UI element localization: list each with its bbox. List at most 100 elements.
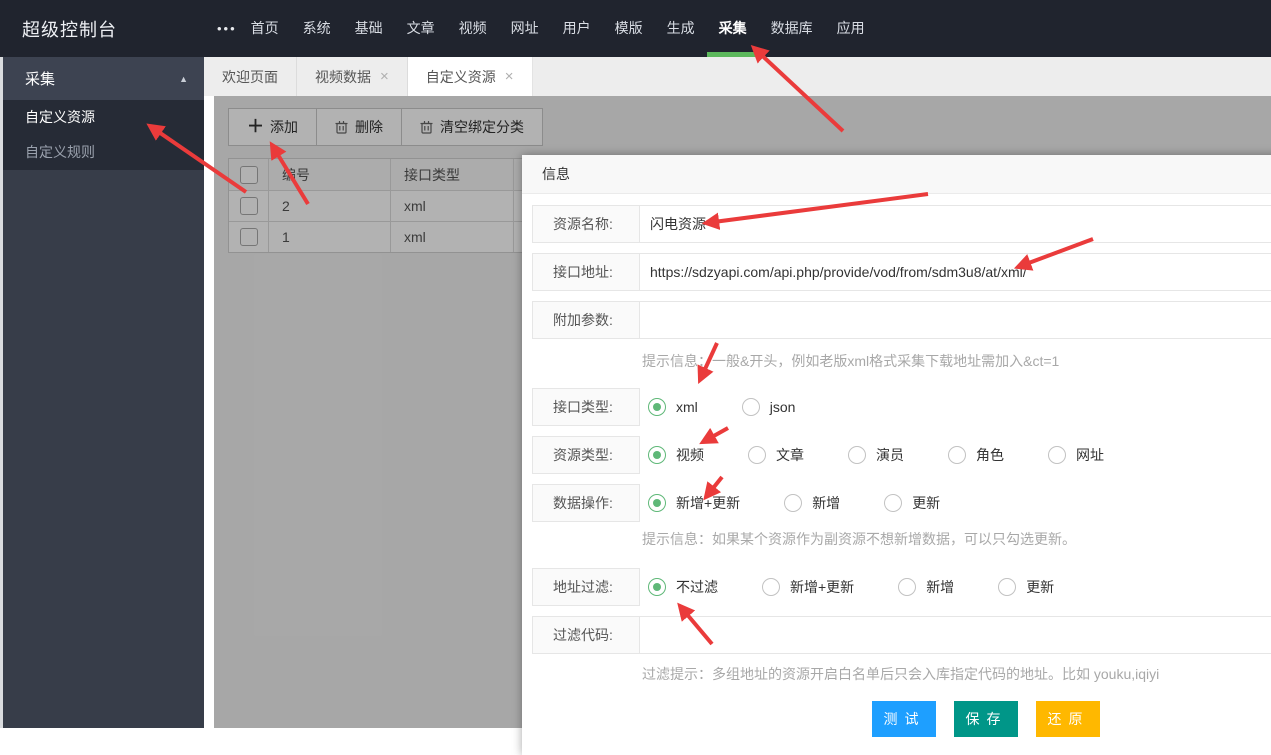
- resource-type-label: 资源类型:: [532, 436, 640, 474]
- sidebar-item-custom-rule[interactable]: 自定义规则: [0, 135, 204, 170]
- more-icon[interactable]: •••: [217, 21, 237, 36]
- form-row-resource-type: 资源类型: 视频 文章 演员 角色: [532, 436, 1271, 474]
- tab-video-data-label: 视频数据: [315, 67, 371, 87]
- api-url-input[interactable]: [639, 253, 1271, 291]
- radio-label: 文章: [776, 445, 804, 465]
- chevron-up-icon: ▲: [179, 74, 188, 84]
- radio-label: 网址: [1076, 445, 1104, 465]
- interface-type-label: 接口类型:: [532, 388, 640, 426]
- sidebar: 采集 ▲ 自定义资源 自定义规则: [0, 57, 204, 728]
- radio-icon: [648, 578, 666, 596]
- radio-option-filter-add[interactable]: 新增: [898, 577, 954, 597]
- resource-name-input[interactable]: [639, 205, 1271, 243]
- resource-name-label: 资源名称:: [532, 205, 640, 243]
- nav-item-template[interactable]: 模版: [603, 0, 655, 57]
- radio-icon: [898, 578, 916, 596]
- top-bar: 超级控制台 ••• 首页 系统 基础 文章 视频 网址 用户 模版 生成 采集 …: [0, 0, 1271, 57]
- radio-option-filter-add-update[interactable]: 新增+更新: [762, 577, 854, 597]
- form-row-filter-code: 过滤代码:: [532, 616, 1271, 654]
- dialog-title: 信息: [522, 155, 1271, 194]
- nav-item-database[interactable]: 数据库: [759, 0, 825, 57]
- radio-option-update[interactable]: 更新: [884, 493, 940, 513]
- sidebar-group-collect[interactable]: 采集 ▲: [0, 57, 204, 100]
- test-button[interactable]: 测试: [872, 701, 936, 737]
- params-hint: 提示信息：一般&开头，例如老版xml格式采集下载地址需加入&ct=1: [642, 351, 1271, 371]
- nav-item-app[interactable]: 应用: [825, 0, 877, 57]
- form-row-resource-name: 资源名称:: [532, 205, 1271, 243]
- radio-label: 更新: [1026, 577, 1054, 597]
- radio-option-website[interactable]: 网址: [1048, 445, 1104, 465]
- radio-label: 不过滤: [676, 577, 718, 597]
- tab-bar: 欢迎页面 视频数据 × 自定义资源 ×: [204, 57, 1271, 96]
- radio-label: 新增: [812, 493, 840, 513]
- radio-label: 视频: [676, 445, 704, 465]
- resource-type-radios: 视频 文章 演员 角色 网址: [648, 436, 1271, 474]
- dialog-buttons: 测试 保存 还原: [872, 701, 1271, 737]
- nav-item-home[interactable]: 首页: [239, 0, 291, 57]
- radio-option-json[interactable]: json: [742, 398, 796, 416]
- sidebar-item-custom-resource[interactable]: 自定义资源: [0, 100, 204, 135]
- radio-label: 新增: [926, 577, 954, 597]
- restore-button[interactable]: 还原: [1036, 701, 1100, 737]
- form-row-interface-type: 接口类型: xml json: [532, 388, 1271, 426]
- nav-item-collect-label: 采集: [719, 20, 747, 36]
- radio-icon: [748, 446, 766, 464]
- save-button[interactable]: 保存: [954, 701, 1018, 737]
- radio-option-xml[interactable]: xml: [648, 398, 698, 416]
- radio-option-no-filter[interactable]: 不过滤: [648, 577, 718, 597]
- form-row-extra-params: 附加参数:: [532, 301, 1271, 339]
- action-hint: 提示信息：如果某个资源作为副资源不想新增数据，可以只勾选更新。: [642, 529, 1271, 549]
- tab-video-data[interactable]: 视频数据 ×: [297, 57, 408, 96]
- form-row-api-url: 接口地址:: [532, 253, 1271, 291]
- radio-icon: [1048, 446, 1066, 464]
- radio-icon: [848, 446, 866, 464]
- radio-icon: [784, 494, 802, 512]
- nav-item-collect[interactable]: 采集: [707, 0, 759, 57]
- radio-label: 新增+更新: [676, 493, 740, 513]
- radio-icon: [998, 578, 1016, 596]
- radio-option-video[interactable]: 视频: [648, 445, 704, 465]
- radio-label: 更新: [912, 493, 940, 513]
- close-icon[interactable]: ×: [505, 69, 514, 84]
- radio-option-role[interactable]: 角色: [948, 445, 1004, 465]
- form-row-url-filter: 地址过滤: 不过滤 新增+更新 新增 更新: [532, 568, 1271, 606]
- active-underline: [707, 52, 759, 57]
- radio-option-add[interactable]: 新增: [784, 493, 840, 513]
- filter-code-label: 过滤代码:: [532, 616, 640, 654]
- url-filter-label: 地址过滤:: [532, 568, 640, 606]
- data-action-label: 数据操作:: [532, 484, 640, 522]
- radio-option-actor[interactable]: 演员: [848, 445, 904, 465]
- nav-item-system[interactable]: 系统: [291, 0, 343, 57]
- nav-item-basic[interactable]: 基础: [343, 0, 395, 57]
- radio-label: 新增+更新: [790, 577, 854, 597]
- radio-icon: [884, 494, 902, 512]
- sidebar-scroll-strip: [0, 57, 3, 728]
- form-row-data-action: 数据操作: 新增+更新 新增 更新: [532, 484, 1271, 522]
- tab-welcome-label: 欢迎页面: [222, 67, 278, 87]
- radio-icon: [648, 398, 666, 416]
- nav-item-article[interactable]: 文章: [395, 0, 447, 57]
- extra-params-input[interactable]: [639, 301, 1271, 339]
- filter-code-input[interactable]: [639, 616, 1271, 654]
- interface-type-radios: xml json: [648, 388, 1271, 426]
- extra-params-label: 附加参数:: [532, 301, 640, 339]
- radio-label: 角色: [976, 445, 1004, 465]
- radio-icon: [948, 446, 966, 464]
- nav-item-generate[interactable]: 生成: [655, 0, 707, 57]
- radio-option-article[interactable]: 文章: [748, 445, 804, 465]
- radio-icon: [648, 446, 666, 464]
- info-dialog: 信息 资源名称: 接口地址: 附加参数: 提示信息：一般&开头，例如老版xml格…: [522, 155, 1271, 755]
- radio-option-add-update[interactable]: 新增+更新: [648, 493, 740, 513]
- data-action-radios: 新增+更新 新增 更新: [648, 484, 1271, 522]
- close-icon[interactable]: ×: [380, 69, 389, 84]
- radio-icon: [648, 494, 666, 512]
- nav-item-video[interactable]: 视频: [447, 0, 499, 57]
- radio-option-filter-update[interactable]: 更新: [998, 577, 1054, 597]
- tab-welcome[interactable]: 欢迎页面: [204, 57, 297, 96]
- nav-item-url[interactable]: 网址: [499, 0, 551, 57]
- nav-item-user[interactable]: 用户: [551, 0, 603, 57]
- dialog-body: 资源名称: 接口地址: 附加参数: 提示信息：一般&开头，例如老版xml格式采集…: [522, 194, 1271, 737]
- tab-custom-resource[interactable]: 自定义资源 ×: [408, 57, 533, 96]
- radio-icon: [742, 398, 760, 416]
- app-title: 超级控制台: [0, 16, 117, 42]
